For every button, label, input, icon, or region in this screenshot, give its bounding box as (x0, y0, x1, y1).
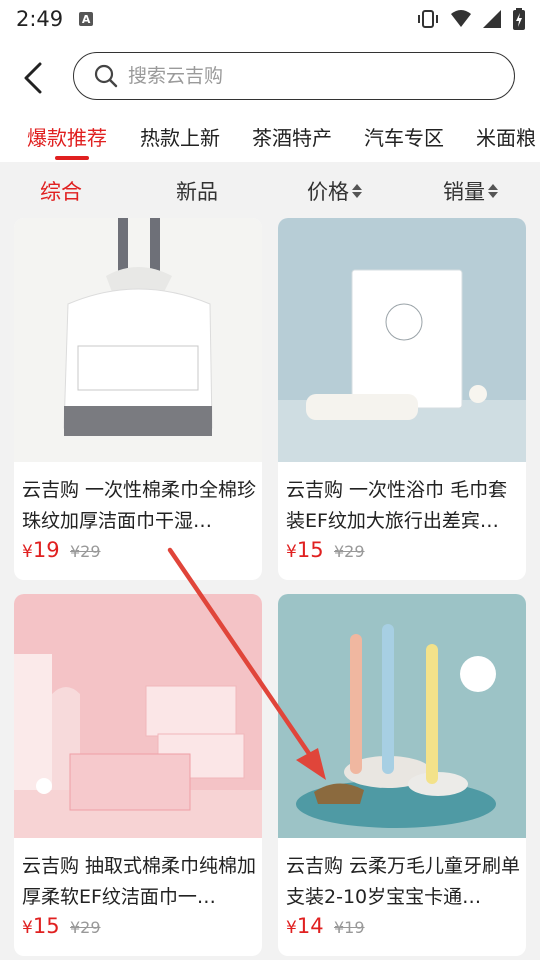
sort-arrows-icon (352, 184, 362, 198)
product-original-price: ¥19 (334, 918, 365, 937)
active-tab-indicator (55, 156, 89, 160)
sort-sales-label: 销量 (443, 180, 485, 204)
sort-new-label: 新品 (176, 180, 218, 204)
search-box[interactable] (73, 52, 515, 100)
status-time: 2:49 (16, 7, 64, 31)
sort-new[interactable]: 新品 (176, 176, 218, 206)
sort-price-label: 价格 (307, 180, 349, 204)
tab-hot-recommend[interactable]: 爆款推荐 (27, 122, 107, 151)
sort-comprehensive[interactable]: 综合 (40, 176, 82, 206)
category-tabs: 爆款推荐 热款上新 茶酒特产 汽车专区 米面粮 (0, 118, 540, 162)
product-price: ¥15 (22, 914, 60, 938)
tab-new-arrivals[interactable]: 热款上新 (140, 122, 220, 151)
search-icon (94, 64, 118, 88)
product-price: ¥19 (22, 538, 60, 562)
product-card[interactable]: 云吉购 抽取式棉柔巾纯棉加厚柔软EF纹洁面巾一… ¥15 ¥29 (14, 594, 262, 956)
notification-a-icon: A (79, 12, 94, 26)
sort-sales[interactable]: 销量 (443, 176, 498, 206)
back-arrow-icon (24, 62, 42, 94)
vibrate-icon (418, 10, 438, 28)
product-title: 云吉购 云柔万毛儿童牙刷单支装2-10岁宝宝卡通… (286, 855, 521, 908)
back-button[interactable] (16, 60, 50, 96)
search-input[interactable] (128, 65, 468, 87)
battery-icon (513, 8, 525, 30)
product-price: ¥14 (286, 914, 324, 938)
product-image (278, 218, 526, 462)
product-card[interactable]: 云吉购 一次性棉柔巾全棉珍珠纹加厚洁面巾干湿… ¥19 ¥29 (14, 218, 262, 580)
product-image (14, 218, 262, 462)
tab-auto[interactable]: 汽车专区 (364, 122, 444, 151)
product-card[interactable]: 云吉购 一次性浴巾 毛巾套装EF纹加大旅行出差宾… ¥15 ¥29 (278, 218, 526, 580)
sort-arrows-icon (488, 184, 498, 198)
product-title: 云吉购 一次性浴巾 毛巾套装EF纹加大旅行出差宾… (286, 479, 508, 532)
product-image (278, 594, 526, 838)
tab-tea-wine[interactable]: 茶酒特产 (252, 122, 332, 151)
sort-comprehensive-label: 综合 (40, 180, 82, 204)
product-original-price: ¥29 (334, 542, 365, 561)
tab-grain[interactable]: 米面粮 (476, 122, 536, 151)
header (0, 38, 540, 118)
product-card[interactable]: 云吉购 云柔万毛儿童牙刷单支装2-10岁宝宝卡通… ¥14 ¥19 (278, 594, 526, 956)
product-title: 云吉购 一次性棉柔巾全棉珍珠纹加厚洁面巾干湿… (22, 479, 257, 532)
product-original-price: ¥29 (70, 918, 101, 937)
product-title: 云吉购 抽取式棉柔巾纯棉加厚柔软EF纹洁面巾一… (22, 855, 257, 908)
wifi-icon (451, 10, 471, 27)
status-bar: 2:49 A (0, 0, 540, 38)
product-price: ¥15 (286, 538, 324, 562)
status-icons (416, 8, 526, 30)
sort-price[interactable]: 价格 (307, 176, 362, 206)
signal-icon (483, 10, 501, 28)
product-original-price: ¥29 (70, 542, 101, 561)
sort-bar: 综合 新品 价格 销量 (0, 166, 540, 216)
product-image (14, 594, 262, 838)
